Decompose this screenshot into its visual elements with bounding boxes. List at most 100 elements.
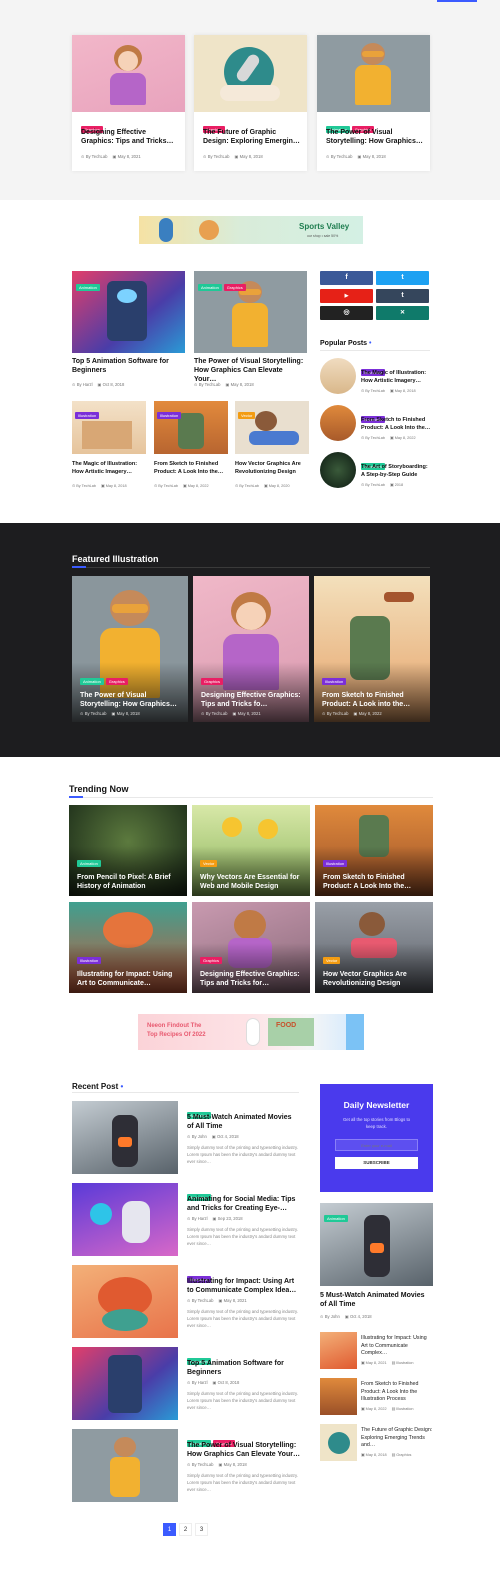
tumblr-icon[interactable]: t [376, 289, 429, 303]
post-title[interactable]: From Sketch to Finished Product: A Look … [323, 873, 425, 891]
trending-card-1[interactable]: Animation From Pencil to Pixel: A Brief H… [69, 805, 187, 896]
post-title[interactable]: The Magic of Illustration: How Artistic … [72, 460, 146, 476]
side-list-item[interactable]: From Sketch to Finished Product: A Look … [320, 1378, 433, 1418]
card-image[interactable] [317, 35, 430, 112]
category-tag[interactable]: Graphics [200, 957, 223, 964]
ad-banner-sports[interactable]: Sports Valley our shop • sale 50% [139, 216, 363, 244]
category-tag[interactable]: Animation [198, 284, 222, 291]
page-3-button[interactable]: 3 [195, 1523, 208, 1536]
category-tag[interactable]: Graphics [105, 678, 128, 685]
category-tag[interactable]: Vector [200, 860, 218, 867]
xing-icon[interactable]: ✕ [376, 306, 429, 320]
post-title[interactable]: Illustrating for Impact: Using Art to Co… [361, 1335, 433, 1358]
popular-item[interactable]: Animation The Art of Storyboarding: A St… [320, 452, 430, 492]
popular-thumb[interactable] [320, 405, 356, 441]
post-title[interactable]: Designing Effective Graphics: Tips and T… [201, 691, 301, 709]
post-image[interactable] [72, 1265, 178, 1338]
post-title[interactable]: Illustrating for Impact: Using Art to Co… [187, 1277, 300, 1295]
post-image[interactable] [72, 1429, 178, 1502]
featured-card-2[interactable]: Graphics Designing Effective Graphics: T… [193, 576, 309, 722]
post-title[interactable]: The Power of Visual Storytelling: How Gr… [326, 128, 424, 146]
post-title[interactable]: The Power of Visual Storytelling: How Gr… [194, 357, 306, 384]
post-image[interactable]: Illustration [154, 401, 228, 454]
side-thumb[interactable] [320, 1378, 357, 1415]
category-tag[interactable]: Illustration [323, 860, 348, 867]
category-tag[interactable]: Animation [80, 678, 104, 685]
post-title[interactable]: Animating for Social Media: Tips and Tri… [187, 1195, 300, 1213]
grid-post-2[interactable]: Animation Graphics The Power of Visual St… [194, 271, 307, 392]
post-image[interactable] [72, 1101, 178, 1174]
side-thumb[interactable] [320, 1424, 357, 1461]
trending-card-4[interactable]: Illustration Illustrating for Impact: Usi… [69, 902, 187, 993]
category-tag[interactable]: Animation [324, 1215, 348, 1222]
trending-card-2[interactable]: Vector Why Vectors Are Essential for Web … [192, 805, 310, 896]
popular-thumb[interactable] [320, 358, 356, 394]
post-title[interactable]: Why Vectors Are Essential for Web and Mo… [200, 873, 302, 891]
small-post-1[interactable]: Illustration The Magic of Illustration: … [72, 401, 146, 491]
post-title[interactable]: 5 Must-Watch Animated Movies of All Time [187, 1113, 300, 1131]
category-tag[interactable]: Graphics [223, 284, 246, 291]
youtube-icon[interactable]: ▶ [320, 289, 373, 303]
post-title[interactable]: The Power of Visual Storytelling: How Gr… [187, 1441, 300, 1459]
card-image[interactable] [194, 35, 307, 112]
post-title[interactable]: The Future of Graphic Design: Exploring … [203, 128, 301, 146]
post-image[interactable]: Animation Graphics [194, 271, 307, 353]
small-post-2[interactable]: Illustration From Sketch to Finished Pro… [154, 401, 228, 491]
post-image[interactable]: Vector [235, 401, 309, 454]
category-tag[interactable]: Vector [323, 957, 341, 964]
recent-item-3[interactable]: Illustration Illustrating for Impact: Us… [72, 1265, 300, 1339]
post-title[interactable]: How Vector Graphics Are Revolutionizing … [323, 970, 425, 988]
side-list-item[interactable]: Illustrating for Impact: Using Art to Co… [320, 1332, 433, 1372]
category-tag[interactable]: Illustration [77, 957, 102, 964]
post-image[interactable] [72, 1183, 178, 1256]
post-title[interactable]: From Sketch to Finished Product: A Look … [322, 691, 422, 709]
post-title[interactable]: Illustrating for Impact: Using Art to Co… [77, 970, 179, 988]
category-tag[interactable]: Illustration [75, 412, 100, 419]
ad-banner-recipes[interactable]: Neeon Findout The Top Recipes Of 2022 FO… [138, 1014, 364, 1050]
post-title[interactable]: Top 5 Animation Software for Beginners [72, 357, 182, 375]
post-title[interactable]: The Future of Graphic Design: Exploring … [361, 1427, 433, 1450]
side-thumb[interactable] [320, 1332, 357, 1369]
post-title[interactable]: From Sketch to Finished Product: A Look … [361, 1381, 433, 1404]
side-feature-title[interactable]: 5 Must-Watch Animated Movies of All Time [320, 1291, 433, 1309]
category-tag[interactable]: Illustration [157, 412, 182, 419]
page-2-button[interactable]: 2 [179, 1523, 192, 1536]
post-title[interactable]: From Sketch to Finished Product: A Look … [361, 417, 431, 432]
side-list-item[interactable]: The Future of Graphic Design: Exploring … [320, 1424, 433, 1464]
post-title[interactable]: Designing Effective Graphics: Tips and T… [81, 128, 179, 146]
post-title[interactable]: From Pencil to Pixel: A Brief History of… [77, 873, 179, 891]
card-image[interactable] [72, 35, 185, 112]
category-tag[interactable]: Illustration [322, 678, 347, 685]
page-1-button[interactable]: 1 [163, 1523, 176, 1536]
recent-item-5[interactable]: Animation Graphics The Power of Visual St… [72, 1429, 300, 1503]
recent-item-2[interactable]: Animation Animating for Social Media: Ti… [72, 1183, 300, 1257]
post-image[interactable]: Illustration [72, 401, 146, 454]
featured-card-3[interactable]: Illustration From Sketch to Finished Pro… [314, 576, 430, 722]
top-card-1[interactable]: Graphics Designing Effective Graphics: T… [72, 35, 185, 171]
small-post-3[interactable]: Vector How Vector Graphics Are Revolutio… [235, 401, 309, 491]
email-input[interactable] [335, 1139, 418, 1151]
trending-card-5[interactable]: Graphics Designing Effective Graphics: Ti… [192, 902, 310, 993]
subscribe-button[interactable]: SUBSCRIBE [335, 1157, 418, 1169]
post-title[interactable]: Top 5 Animation Software for Beginners [187, 1359, 300, 1377]
post-image[interactable] [72, 1347, 178, 1420]
post-title[interactable]: The Power of Visual Storytelling: How Gr… [80, 691, 180, 709]
post-image[interactable]: Animation [72, 271, 185, 353]
post-title[interactable]: Designing Effective Graphics: Tips and T… [200, 970, 302, 988]
trending-card-6[interactable]: Vector How Vector Graphics Are Revolution… [315, 902, 433, 993]
grid-post-1[interactable]: Animation Top 5 Animation Software for B… [72, 271, 185, 392]
popular-item[interactable]: Illustration The Magic of Illustration: … [320, 358, 430, 398]
category-tag[interactable]: Graphics [201, 678, 224, 685]
post-title[interactable]: The Art of Storyboarding: A Step-by-Step… [361, 464, 431, 479]
post-title[interactable]: From Sketch to Finished Product: A Look … [154, 460, 228, 476]
post-title[interactable]: How Vector Graphics Are Revolutionizing … [235, 460, 309, 476]
facebook-icon[interactable]: f [320, 271, 373, 285]
trending-card-3[interactable]: Illustration From Sketch to Finished Prod… [315, 805, 433, 896]
side-feature-image[interactable]: Animation [320, 1203, 433, 1286]
popular-item[interactable]: Illustration From Sketch to Finished Pro… [320, 405, 430, 445]
category-tag[interactable]: Animation [77, 860, 101, 867]
instagram-icon[interactable]: ◎ [320, 306, 373, 320]
twitter-icon[interactable]: t [376, 271, 429, 285]
featured-card-1[interactable]: Animation Graphics The Power of Visual St… [72, 576, 188, 722]
post-title[interactable]: The Magic of Illustration: How Artistic … [361, 370, 431, 385]
